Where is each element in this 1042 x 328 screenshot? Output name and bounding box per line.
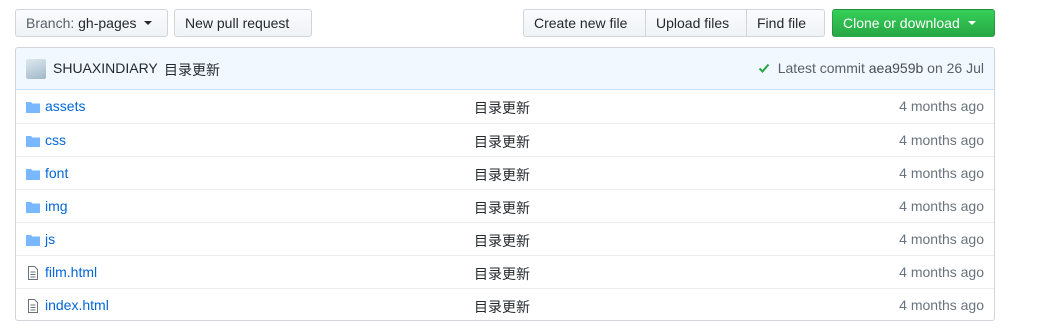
file-age: 4 months ago	[899, 132, 984, 148]
file-commit-message[interactable]: 目录更新	[474, 297, 530, 317]
clone-or-download-button[interactable]: Clone or download	[832, 9, 995, 37]
commit-author[interactable]: SHUAXINDIARY	[53, 60, 158, 76]
file-commit-message[interactable]: 目录更新	[474, 132, 530, 152]
commit-info: Latest commit aea959b on 26 Jul	[758, 60, 984, 76]
file-row: img 目录更新 4 months ago	[16, 189, 994, 222]
file-age: 4 months ago	[899, 165, 984, 181]
file-commit-message[interactable]: 目录更新	[474, 165, 530, 185]
clone-or-download-label: Clone or download	[843, 15, 960, 31]
file-age: 4 months ago	[899, 264, 984, 280]
caret-down-icon	[144, 21, 153, 26]
upload-files-button[interactable]: Upload files	[645, 9, 747, 37]
file-row: index.html 目录更新 4 months ago	[16, 288, 994, 320]
file-row: font 目录更新 4 months ago	[16, 156, 994, 189]
file-age: 4 months ago	[899, 231, 984, 247]
file-row: css 目录更新 4 months ago	[16, 123, 994, 156]
branch-name: gh-pages	[78, 15, 137, 31]
commit-date: on 26 Jul	[927, 60, 984, 76]
folder-icon	[26, 235, 40, 246]
file-name-link[interactable]: js	[45, 231, 55, 247]
file-commit-message[interactable]: 目录更新	[474, 98, 530, 118]
file-text-icon	[28, 266, 38, 280]
file-row: assets 目录更新 4 months ago	[16, 90, 994, 123]
file-name-link[interactable]: index.html	[45, 297, 109, 313]
file-row: film.html 目录更新 4 months ago	[16, 255, 994, 288]
folder-icon	[26, 169, 40, 180]
file-row: js 目录更新 4 months ago	[16, 222, 994, 255]
file-navigation-toolbar: Branch: gh-pages New pull request Create…	[15, 9, 995, 37]
file-name-link[interactable]: font	[45, 165, 68, 181]
file-commit-message[interactable]: 目录更新	[474, 198, 530, 218]
commit-sha-link[interactable]: aea959b	[869, 60, 924, 76]
file-name-link[interactable]: css	[45, 132, 66, 148]
file-age: 4 months ago	[899, 98, 984, 114]
file-age: 4 months ago	[899, 198, 984, 214]
branch-label: Branch:	[26, 15, 75, 31]
file-name-link[interactable]: assets	[45, 98, 85, 114]
file-commit-message[interactable]: 目录更新	[474, 231, 530, 251]
file-list: assets 目录更新 4 months ago css 目录更新 4 mont…	[16, 90, 994, 320]
new-pull-request-button[interactable]: New pull request	[174, 9, 312, 37]
latest-commit-bar: SHUAXINDIARY 目录更新 Latest commit aea959b …	[16, 48, 994, 90]
latest-commit-label: Latest commit	[777, 60, 865, 76]
branch-select-button[interactable]: Branch: gh-pages	[15, 9, 168, 37]
file-commit-message[interactable]: 目录更新	[474, 264, 530, 284]
find-file-button[interactable]: Find file	[746, 9, 825, 37]
commit-message[interactable]: 目录更新	[164, 60, 220, 80]
file-table: SHUAXINDIARY 目录更新 Latest commit aea959b …	[15, 47, 995, 321]
repo-file-browser: Branch: gh-pages New pull request Create…	[0, 0, 1042, 328]
folder-icon	[26, 202, 40, 213]
file-name-link[interactable]: img	[45, 198, 68, 214]
create-new-file-button[interactable]: Create new file	[523, 9, 646, 37]
folder-icon	[26, 136, 40, 147]
file-text-icon	[28, 299, 38, 313]
file-age: 4 months ago	[899, 297, 984, 313]
folder-icon	[26, 102, 40, 113]
file-name-link[interactable]: film.html	[45, 264, 97, 280]
caret-down-icon	[967, 21, 976, 26]
avatar[interactable]	[26, 59, 46, 79]
check-icon	[758, 63, 770, 73]
